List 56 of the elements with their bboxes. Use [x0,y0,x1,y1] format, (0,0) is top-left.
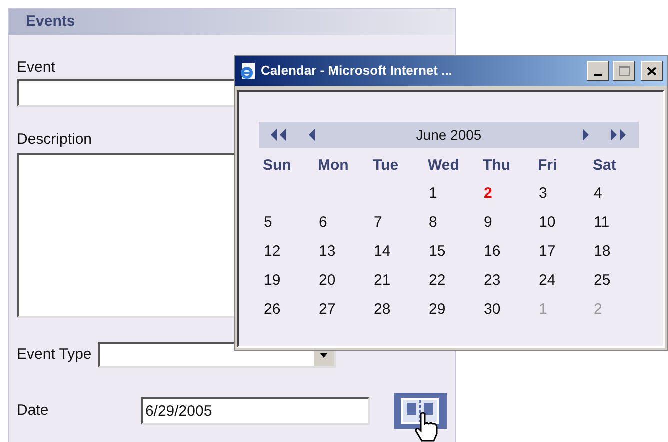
panel-title: Events [26,12,76,32]
maximize-button[interactable] [613,61,635,81]
calendar-day[interactable]: 19 [259,267,314,296]
double-left-arrow-icon[interactable] [271,129,287,141]
calendar-day[interactable]: 8 [424,209,479,238]
close-button[interactable] [641,61,663,81]
calendar-day[interactable]: 23 [479,267,534,296]
calendar-day[interactable]: 5 [259,209,314,238]
window-title: Calendar - Microsoft Internet ... [261,62,454,80]
calendar-day[interactable]: 7 [369,209,424,238]
calendar-day[interactable]: 30 [479,296,534,325]
hand-cursor-icon [414,412,440,442]
calendar-day[interactable]: 10 [534,209,589,238]
calendar-day[interactable]: 22 [424,267,479,296]
calendar-day[interactable]: 9 [479,209,534,238]
event-type-label: Event Type [17,344,92,365]
weekday-header: Sun [262,156,292,176]
calendar-day[interactable]: 17 [534,238,589,267]
calendar-day[interactable]: 29 [424,296,479,325]
calendar-day[interactable]: 26 [259,296,314,325]
event-label: Event [17,59,56,77]
calendar-day[interactable]: 15 [424,238,479,267]
browser-icon [239,62,257,80]
calendar-button[interactable] [394,393,447,429]
month-title: June 2005 [415,126,483,144]
left-arrow-icon[interactable] [309,129,315,141]
calendar-day[interactable]: 14 [369,238,424,267]
calendar-day[interactable]: 12 [259,238,314,267]
date-field[interactable]: 6/29/2005 [141,397,370,425]
calendar-icon [400,397,440,425]
weekday-header: Thu [482,156,512,176]
date-label: Date [17,400,50,421]
description-label: Description [17,131,92,149]
calendar-day[interactable]: 21 [369,267,424,296]
close-icon [647,66,657,76]
calendar-day[interactable]: 13 [314,238,369,267]
weekday-header: Mon [317,156,350,176]
calendar-day[interactable]: 4 [589,180,644,209]
calendar-day[interactable]: 1 [424,180,479,209]
right-arrow-icon[interactable] [583,129,589,141]
weekday-header: Tue [372,156,400,176]
calendar-day[interactable]: 3 [534,180,589,209]
calendar-day[interactable]: 11 [589,209,644,238]
calendar-day[interactable]: 28 [369,296,424,325]
weekday-header: Fri [537,156,558,176]
calendar-day[interactable]: 20 [314,267,369,296]
calendar-day[interactable]: 18 [589,238,644,267]
weekday-header: Sat [592,156,618,176]
weekday-header: Wed [427,156,460,176]
calendar-day[interactable]: 16 [479,238,534,267]
calendar-day[interactable]: 24 [534,267,589,296]
calendar-day[interactable]: 27 [314,296,369,325]
calendar-day[interactable]: 25 [589,267,644,296]
minimize-button[interactable] [587,61,609,81]
double-right-arrow-icon[interactable] [611,129,627,141]
calendar-day[interactable]: 6 [314,209,369,238]
